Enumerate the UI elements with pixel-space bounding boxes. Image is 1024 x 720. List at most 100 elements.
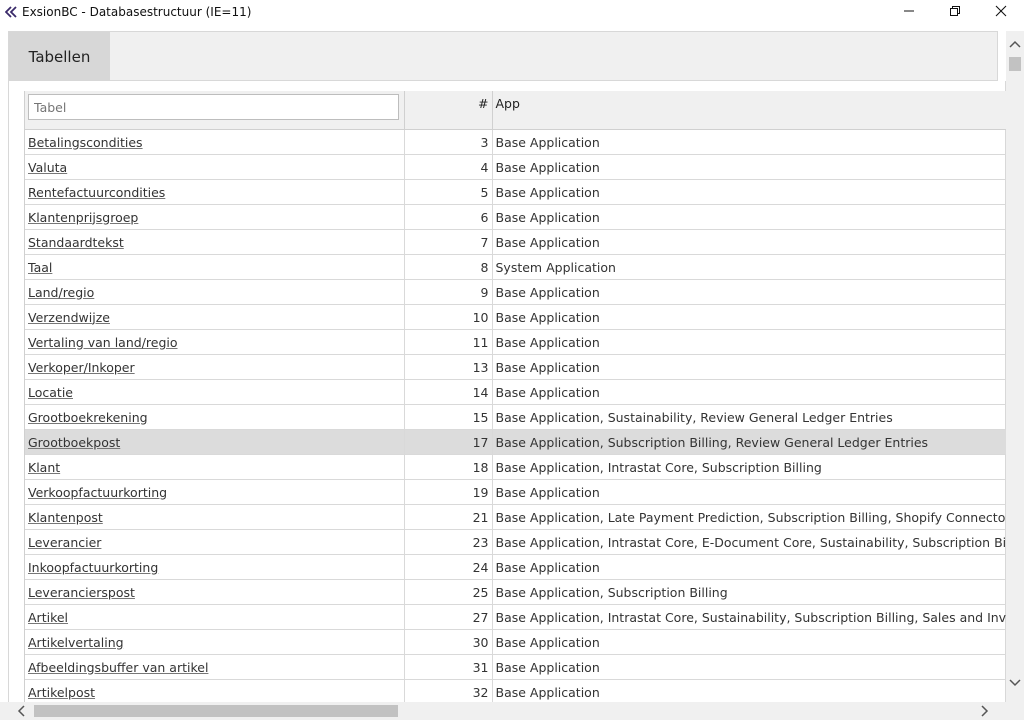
table-name-link[interactable]: Klantenpost — [28, 510, 103, 525]
table-row[interactable]: Klantenprijsgroep 6 Base Application — [25, 204, 1008, 230]
table-name-link[interactable]: Klant — [28, 460, 60, 475]
table-row[interactable]: Klantenpost 21 Base Application, Late Paym… — [25, 504, 1008, 530]
cell-table-name: Leverancierspost — [25, 579, 405, 605]
horizontal-scrollbar[interactable] — [0, 702, 1024, 720]
cell-table-name: Taal — [25, 254, 405, 280]
cell-app: Base Application — [492, 654, 1008, 680]
cell-table-number: 32 — [404, 679, 493, 702]
table-name-link[interactable]: Afbeeldingsbuffer van artikel — [28, 660, 208, 675]
table-name-link[interactable]: Vertaling van land/regio — [28, 335, 178, 350]
horizontal-scroll-thumb[interactable] — [34, 705, 398, 717]
table-name-link[interactable]: Artikel — [28, 610, 68, 625]
table-row[interactable]: Taal 8 System Application — [25, 254, 1008, 280]
cell-app: Base Application, Intrastat Core, Subscr… — [492, 454, 1008, 480]
table-row[interactable]: Verkoper/Inkoper 13 Base Application — [25, 354, 1008, 380]
table-name-link[interactable]: Inkoopfactuurkorting — [28, 560, 158, 575]
scroll-left-button[interactable] — [12, 702, 30, 720]
cell-app: Base Application, Intrastat Core, Sustai… — [492, 604, 1008, 630]
cell-table-name: Rentefactuurcondities — [25, 179, 405, 205]
title-bar: ExsionBC - Databasestructuur (IE=11) — [0, 0, 1024, 24]
cell-table-name: Inkoopfactuurkorting — [25, 554, 405, 580]
table-row[interactable]: Artikel 27 Base Application, Intrastat Cor… — [25, 604, 1008, 630]
cell-table-number: 30 — [404, 629, 493, 655]
chevron-down-icon — [1009, 679, 1021, 687]
table-name-link[interactable]: Verzendwijze — [28, 310, 110, 325]
table-row[interactable]: Verzendwijze 10 Base Application — [25, 304, 1008, 330]
cell-app: Base Application — [492, 479, 1008, 505]
double-chevron-left-icon[interactable] — [2, 0, 20, 24]
table-row[interactable]: Land/regio 9 Base Application — [25, 279, 1008, 305]
close-button[interactable] — [978, 0, 1024, 22]
cell-table-name: Valuta — [25, 154, 405, 180]
table-name-link[interactable]: Grootboekrekening — [28, 410, 148, 425]
cell-table-name: Vertaling van land/regio — [25, 329, 405, 355]
vertical-scroll-thumb[interactable] — [1009, 57, 1021, 71]
cell-table-number: 6 — [404, 204, 493, 230]
scroll-up-button[interactable] — [1006, 35, 1024, 53]
table-name-link[interactable]: Verkoper/Inkoper — [28, 360, 135, 375]
cell-table-name: Standaardtekst — [25, 229, 405, 255]
table-name-link[interactable]: Land/regio — [28, 285, 94, 300]
table-name-link[interactable]: Klantenprijsgroep — [28, 210, 138, 225]
table-row[interactable]: Klant 18 Base Application, Intrastat Core,… — [25, 454, 1008, 480]
cell-table-name: Artikelvertaling — [25, 629, 405, 655]
cell-app: Base Application, Late Payment Predictio… — [492, 504, 1008, 530]
table-row[interactable]: Verkoopfactuurkorting 19 Base Application — [25, 479, 1008, 505]
table-row[interactable]: Vertaling van land/regio 11 Base Applicati… — [25, 329, 1008, 355]
scroll-down-button[interactable] — [1006, 674, 1024, 692]
cell-table-name: Land/regio — [25, 279, 405, 305]
window-title: ExsionBC - Databasestructuur (IE=11) — [22, 5, 252, 19]
table-row[interactable]: Standaardtekst 7 Base Application — [25, 229, 1008, 255]
table-row[interactable]: Inkoopfactuurkorting 24 Base Application — [25, 554, 1008, 580]
scroll-right-button[interactable] — [976, 702, 994, 720]
table-name-link[interactable]: Valuta — [28, 160, 67, 175]
cell-table-number: 23 — [404, 529, 493, 555]
cell-table-number: 7 — [404, 229, 493, 255]
cell-table-name: Grootboekpost — [25, 429, 405, 455]
column-header-app[interactable]: App — [492, 91, 1008, 130]
restore-button[interactable] — [932, 0, 978, 22]
cell-app: Base Application — [492, 679, 1008, 702]
table-row[interactable]: Artikelpost 32 Base Application — [25, 679, 1008, 702]
table-row[interactable]: Betalingscondities 3 Base Application — [25, 129, 1008, 155]
cell-table-name: Artikelpost — [25, 679, 405, 702]
tab-tabellen[interactable]: Tabellen — [9, 32, 110, 81]
cell-table-number: 18 — [404, 454, 493, 480]
minimize-button[interactable] — [886, 0, 932, 22]
table-name-link[interactable]: Artikelpost — [28, 685, 95, 700]
table-name-link[interactable]: Leverancierspost — [28, 585, 135, 600]
cell-app: Base Application — [492, 554, 1008, 580]
cell-table-name: Verkoopfactuurkorting — [25, 479, 405, 505]
table-row[interactable]: Afbeeldingsbuffer van artikel 31 Base Appl… — [25, 654, 1008, 680]
table-name-link[interactable]: Artikelvertaling — [28, 635, 124, 650]
table-name-link[interactable]: Locatie — [28, 385, 73, 400]
column-header-number[interactable]: # — [404, 91, 493, 130]
cell-table-name: Locatie — [25, 379, 405, 405]
cell-app: Base Application — [492, 304, 1008, 330]
cell-table-number: 25 — [404, 579, 493, 605]
table-row[interactable]: Locatie 14 Base Application — [25, 379, 1008, 405]
table-row[interactable]: Artikelvertaling 30 Base Application — [25, 629, 1008, 655]
table-row[interactable]: Leverancierspost 25 Base Application, Subs… — [25, 579, 1008, 605]
table-name-link[interactable]: Taal — [28, 260, 52, 275]
table-row[interactable]: Grootboekpost 17 Base Application, Subscri… — [25, 429, 1008, 455]
table-name-link[interactable]: Leverancier — [28, 535, 101, 550]
table-name-link[interactable]: Standaardtekst — [28, 235, 124, 250]
table-row[interactable]: Valuta 4 Base Application — [25, 154, 1008, 180]
table-row[interactable]: Leverancier 23 Base Application, Intrastat… — [25, 529, 1008, 555]
table-filter-input[interactable] — [28, 94, 399, 120]
cell-app: System Application — [492, 254, 1008, 280]
cell-table-number: 21 — [404, 504, 493, 530]
minimize-icon — [904, 10, 914, 12]
table-name-link[interactable]: Betalingscondities — [28, 135, 143, 150]
vertical-scrollbar[interactable] — [1006, 31, 1024, 702]
table-row[interactable]: Grootboekrekening 15 Base Application, Sus… — [25, 404, 1008, 430]
cell-app: Base Application — [492, 154, 1008, 180]
chevron-left-icon — [17, 705, 25, 717]
table-row[interactable]: Rentefactuurcondities 5 Base Application — [25, 179, 1008, 205]
cell-app: Base Application — [492, 354, 1008, 380]
table-name-link[interactable]: Rentefactuurcondities — [28, 185, 165, 200]
table-name-link[interactable]: Grootboekpost — [28, 435, 120, 450]
table-name-link[interactable]: Verkoopfactuurkorting — [28, 485, 167, 500]
tab-bar: Tabellen — [8, 31, 998, 81]
